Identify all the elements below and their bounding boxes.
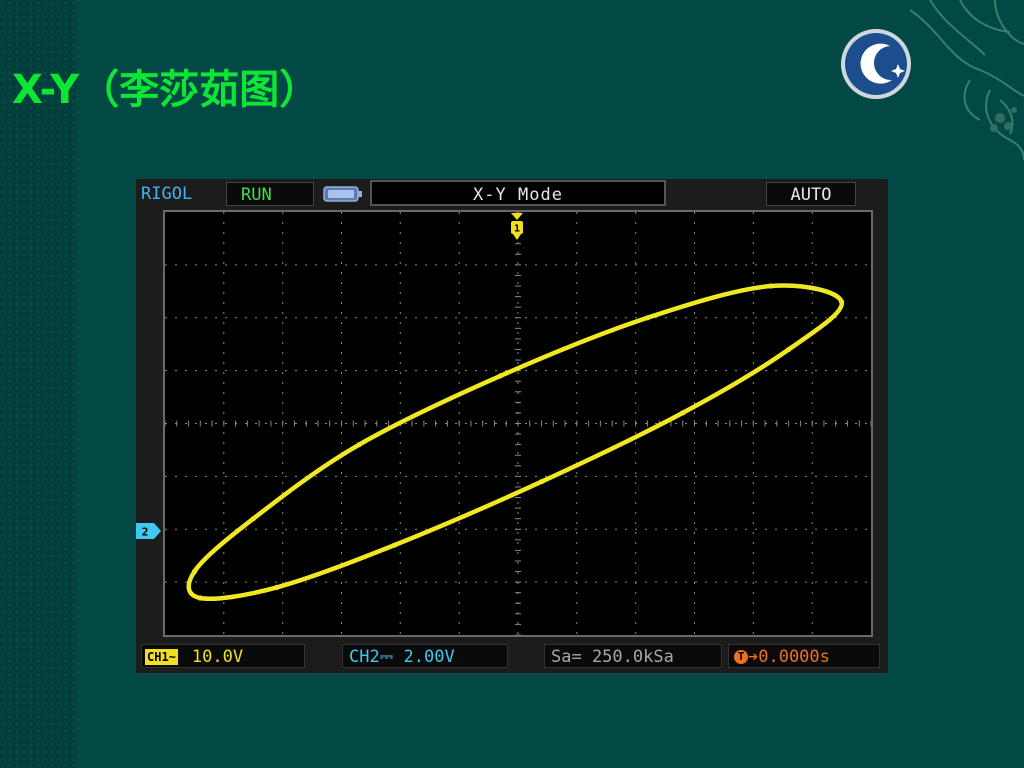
trace-point xyxy=(197,595,203,601)
ch1-scale-value: 10.0V xyxy=(191,647,244,667)
time-offset-value: ➔0.0000s xyxy=(748,647,830,667)
trace-point xyxy=(191,569,197,575)
battery-icon xyxy=(323,186,362,202)
trace-point xyxy=(356,442,362,448)
oscilloscope-screenshot: RIGOL RUN X-Y Mode AUTO 2 1 CH1~ 10.0V CH… xyxy=(136,179,888,673)
brand-label: RIGOL xyxy=(141,184,193,204)
slide-title: X-Y（李莎茹图） xyxy=(12,67,320,113)
ch1-tag-label: CH1 xyxy=(147,650,169,664)
decoration-ornament xyxy=(909,0,1024,161)
ch1-tag: CH1~ xyxy=(145,649,178,665)
trace-point xyxy=(786,346,792,353)
xy-plot xyxy=(165,212,871,635)
ch1-scale-readout: CH1~ 10.0V xyxy=(141,644,305,668)
trigger-mode: AUTO xyxy=(766,182,856,206)
trace-point xyxy=(839,299,845,305)
trace-point xyxy=(680,410,686,416)
logo-icon xyxy=(841,29,911,99)
scope-screen xyxy=(163,210,873,637)
ch1-marker-label: 1 xyxy=(514,224,520,235)
sample-rate-readout: Sa= 250.0kSa xyxy=(544,644,722,668)
time-offset-readout: T ➔0.0000s xyxy=(728,644,880,668)
trace-point xyxy=(497,373,503,379)
ch2-scale-readout: CH2⎓ 2.00V xyxy=(342,644,508,668)
ch1-marker: 1 xyxy=(511,213,523,240)
ac-coupling-icon: ~ xyxy=(168,650,176,664)
ch2-marker-label: 2 xyxy=(142,526,149,539)
ch2-marker: 2 xyxy=(136,523,161,539)
trace-point xyxy=(538,479,545,485)
mode-display: X-Y Mode xyxy=(370,180,666,206)
trace-point xyxy=(250,516,256,522)
trace-point xyxy=(644,315,650,321)
trace-point xyxy=(391,542,398,548)
run-status: RUN xyxy=(226,182,314,206)
trace-point xyxy=(768,283,774,289)
trigger-icon: T xyxy=(734,650,748,664)
trace-point xyxy=(274,584,280,590)
